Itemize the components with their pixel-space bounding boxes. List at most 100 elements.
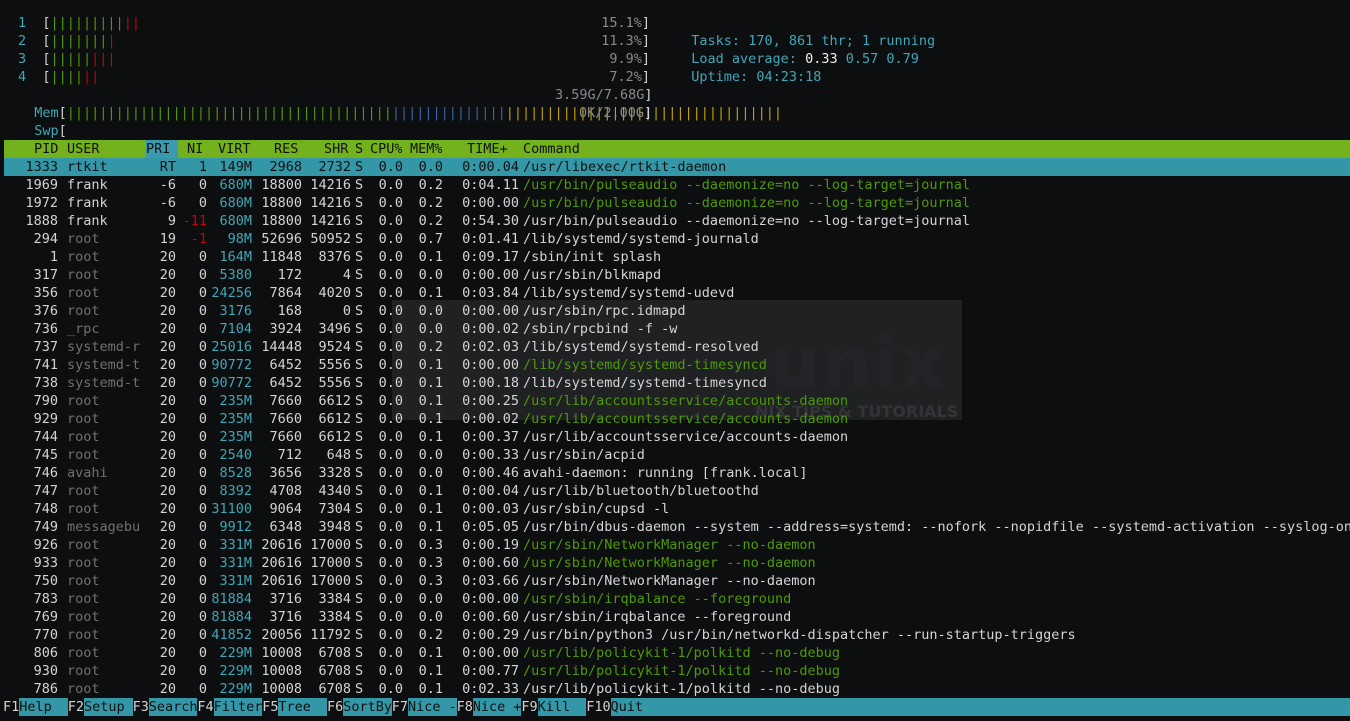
- process-user: root: [67, 627, 100, 643]
- swp-meter: Swp[: [34, 123, 67, 139]
- load-line: Load average: 0.33 0.57 0.79: [675, 32, 919, 67]
- process-row[interactable]: 806 root 20 0 229M 10008 6708 S 0.0 0.1 0:00.00/us…: [4, 644, 1350, 662]
- process-row[interactable]: 790 root 20 0 235M 7660 6612 S 0.0 0.1 0:00.25/usr…: [4, 392, 1350, 410]
- col-pid[interactable]: PID: [34, 140, 58, 158]
- process-row[interactable]: 786 root 20 0 229M 10008 6708 S 0.0 0.1 0:02.33/us…: [4, 680, 1350, 698]
- process-row[interactable]: 929 root 20 0 235M 7660 6612 S 0.0 0.1 0:00.02/usr…: [4, 410, 1350, 428]
- process-state: S: [355, 159, 364, 175]
- process-pid: 806: [33, 645, 58, 661]
- function-key-button-search[interactable]: Search: [148, 698, 198, 716]
- process-nice: 0: [198, 339, 207, 355]
- process-pri: 20: [159, 609, 176, 625]
- function-key-button-quit[interactable]: Quit: [610, 698, 1350, 716]
- process-row[interactable]: 1333 rtkit RT 1 149M 2968 2732 S 0.0 0.0 0:00.04/u…: [4, 158, 1350, 176]
- process-command: /sbin/init splash: [523, 249, 662, 265]
- process-pid: 750: [33, 573, 58, 589]
- process-cpu: 0.0: [378, 159, 403, 175]
- process-user: root: [67, 483, 100, 499]
- process-row[interactable]: 741 systemd-t 20 0 90772 6452 5556 S 0.0 0.1 0:00.…: [4, 356, 1350, 374]
- process-time: 0:00.77: [462, 663, 519, 679]
- process-row[interactable]: 747 root 20 0 8392 4708 4340 S 0.0 0.1 0:00.04/usr…: [4, 482, 1350, 500]
- process-pri: 9: [167, 213, 176, 229]
- col-user[interactable]: USER: [67, 140, 100, 158]
- process-row[interactable]: 738 systemd-t 20 0 90772 6452 5556 S 0.0 0.1 0:00.…: [4, 374, 1350, 392]
- process-mem: 0.7: [418, 231, 443, 247]
- function-key-button-nice[interactable]: Nice +: [472, 698, 522, 716]
- function-key-button-setup[interactable]: Setup: [84, 698, 133, 716]
- process-command: /usr/sbin/rpc.idmapd: [523, 303, 686, 319]
- process-virt: 8528: [219, 465, 252, 481]
- process-row[interactable]: 1972 frank -6 0 680M 18800 14216 S 0.0 0.2 0:00.00…: [4, 194, 1350, 212]
- process-mem: 0.0: [418, 159, 443, 175]
- uptime-label: Uptime:: [691, 69, 749, 85]
- process-state: S: [355, 501, 364, 517]
- process-mem: 0.0: [418, 303, 443, 319]
- process-row[interactable]: 376 root 20 0 3176 168 0 S 0.0 0.0 0:00.00/usr/sbi…: [4, 302, 1350, 320]
- function-key-button-nice[interactable]: Nice -: [408, 698, 457, 716]
- process-row[interactable]: 930 root 20 0 229M 10008 6708 S 0.0 0.1 0:00.77/us…: [4, 662, 1350, 680]
- process-virt: 331M: [219, 573, 252, 589]
- process-res: 18800: [261, 177, 302, 193]
- process-row[interactable]: 746 avahi 20 0 8528 3656 3328 S 0.0 0.0 0:00.46 ava…: [4, 464, 1350, 482]
- col-cpu[interactable]: CPU%: [370, 140, 403, 158]
- process-row[interactable]: 769 root 20 0 81884 3716 3384 S 0.0 0.0 0:00.60/us…: [4, 608, 1350, 626]
- process-time: 0:02.33: [462, 681, 519, 697]
- process-user: root: [67, 645, 100, 661]
- swp-value: 0K/2.00G: [579, 105, 645, 121]
- process-cpu: 0.0: [378, 591, 403, 607]
- process-state: S: [355, 375, 364, 391]
- swp-label: Swp: [34, 123, 59, 139]
- process-time: 0:05.05: [462, 519, 519, 535]
- col-shr[interactable]: SHR: [324, 140, 348, 158]
- process-row[interactable]: 748 root 20 0 31100 9064 7304 S 0.0 0.1 0:00.03/us…: [4, 500, 1350, 518]
- col-mem[interactable]: MEM%: [410, 140, 443, 158]
- process-pri: 20: [159, 411, 176, 427]
- process-res: 7864: [269, 285, 302, 301]
- process-command: /lib/systemd/systemd-timesyncd: [523, 375, 767, 391]
- process-res: 3716: [269, 609, 302, 625]
- process-row[interactable]: 926 root 20 0 331M 20616 17000 S 0.0 0.3 0:00.19/u…: [4, 536, 1350, 554]
- process-res: 3716: [269, 591, 302, 607]
- col-ni[interactable]: NI: [187, 140, 203, 158]
- process-row[interactable]: 1 root 20 0 164M 11848 8376 S 0.0 0.1 0:09.17/sbin…: [4, 248, 1350, 266]
- process-user: avahi: [67, 465, 108, 481]
- process-row[interactable]: 294 root 19 -1 98M 52696 50952 S 0.0 0.7 0:01.41/l…: [4, 230, 1350, 248]
- function-key-button-help[interactable]: Help: [19, 698, 68, 716]
- process-row[interactable]: 744 root 20 0 235M 7660 6612 S 0.0 0.1 0:00.37/usr…: [4, 428, 1350, 446]
- col-pri[interactable]: PRI: [146, 140, 178, 158]
- col-time[interactable]: TIME+: [467, 140, 508, 158]
- process-row[interactable]: 1969 frank -6 0 680M 18800 14216 S 0.0 0.2 0:04.11…: [4, 176, 1350, 194]
- process-shr: 3496: [318, 321, 351, 337]
- process-time: 0:00.37: [462, 429, 519, 445]
- process-pri: 20: [159, 303, 176, 319]
- col-s[interactable]: S: [355, 140, 363, 158]
- process-mem: 0.1: [418, 375, 443, 391]
- process-user: root: [67, 267, 100, 283]
- function-key-button-tree[interactable]: Tree: [278, 698, 327, 716]
- process-state: S: [355, 627, 364, 643]
- process-pid: 744: [33, 429, 58, 445]
- process-user: root: [67, 231, 100, 247]
- process-row[interactable]: 933 root 20 0 331M 20616 17000 S 0.0 0.3 0:00.60/u…: [4, 554, 1350, 572]
- process-row[interactable]: 783 root 20 0 81884 3716 3384 S 0.0 0.0 0:00.00/us…: [4, 590, 1350, 608]
- process-row[interactable]: 1888 frank 9 -11 680M 18800 14216 S 0.0 0.2 0:54.3…: [4, 212, 1350, 230]
- function-key-button-filter[interactable]: Filter: [213, 698, 262, 716]
- process-row[interactable]: 317 root 20 0 5380 172 4 S 0.0 0.0 0:00.00/usr/sbi…: [4, 266, 1350, 284]
- process-row[interactable]: 750 root 20 0 331M 20616 17000 S 0.0 0.3 0:03.66/u…: [4, 572, 1350, 590]
- process-time: 0:00.00: [462, 267, 519, 283]
- col-res[interactable]: RES: [274, 140, 298, 158]
- process-time: 0:03.84: [462, 285, 519, 301]
- process-row[interactable]: 770 root 20 0 41852 20056 11792 S 0.0 0.2 0:00.29/…: [4, 626, 1350, 644]
- process-row[interactable]: 736 _rpc 20 0 7104 3924 3496 S 0.0 0.0 0:00.02/sbi…: [4, 320, 1350, 338]
- process-row[interactable]: 745 root 20 0 2540 712 648 S 0.0 0.0 0:00.33/usr/s…: [4, 446, 1350, 464]
- process-state: S: [355, 339, 364, 355]
- col-virt[interactable]: VIRT: [218, 140, 251, 158]
- process-pri: 20: [159, 627, 176, 643]
- process-mem: 0.2: [418, 627, 443, 643]
- col-command[interactable]: Command: [523, 140, 580, 158]
- process-row[interactable]: 749 messagebu 20 0 9912 6348 3948 S 0.0 0.1 0:05.0…: [4, 518, 1350, 536]
- process-row[interactable]: 737 systemd-r 20 0 25016 14448 9524 S 0.0 0.2 0:02…: [4, 338, 1350, 356]
- function-key-button-sortby[interactable]: SortBy: [343, 698, 392, 716]
- function-key-button-kill[interactable]: Kill: [537, 698, 587, 716]
- process-row[interactable]: 356 root 20 0 24256 7864 4020 S 0.0 0.1 0:03.84/li…: [4, 284, 1350, 302]
